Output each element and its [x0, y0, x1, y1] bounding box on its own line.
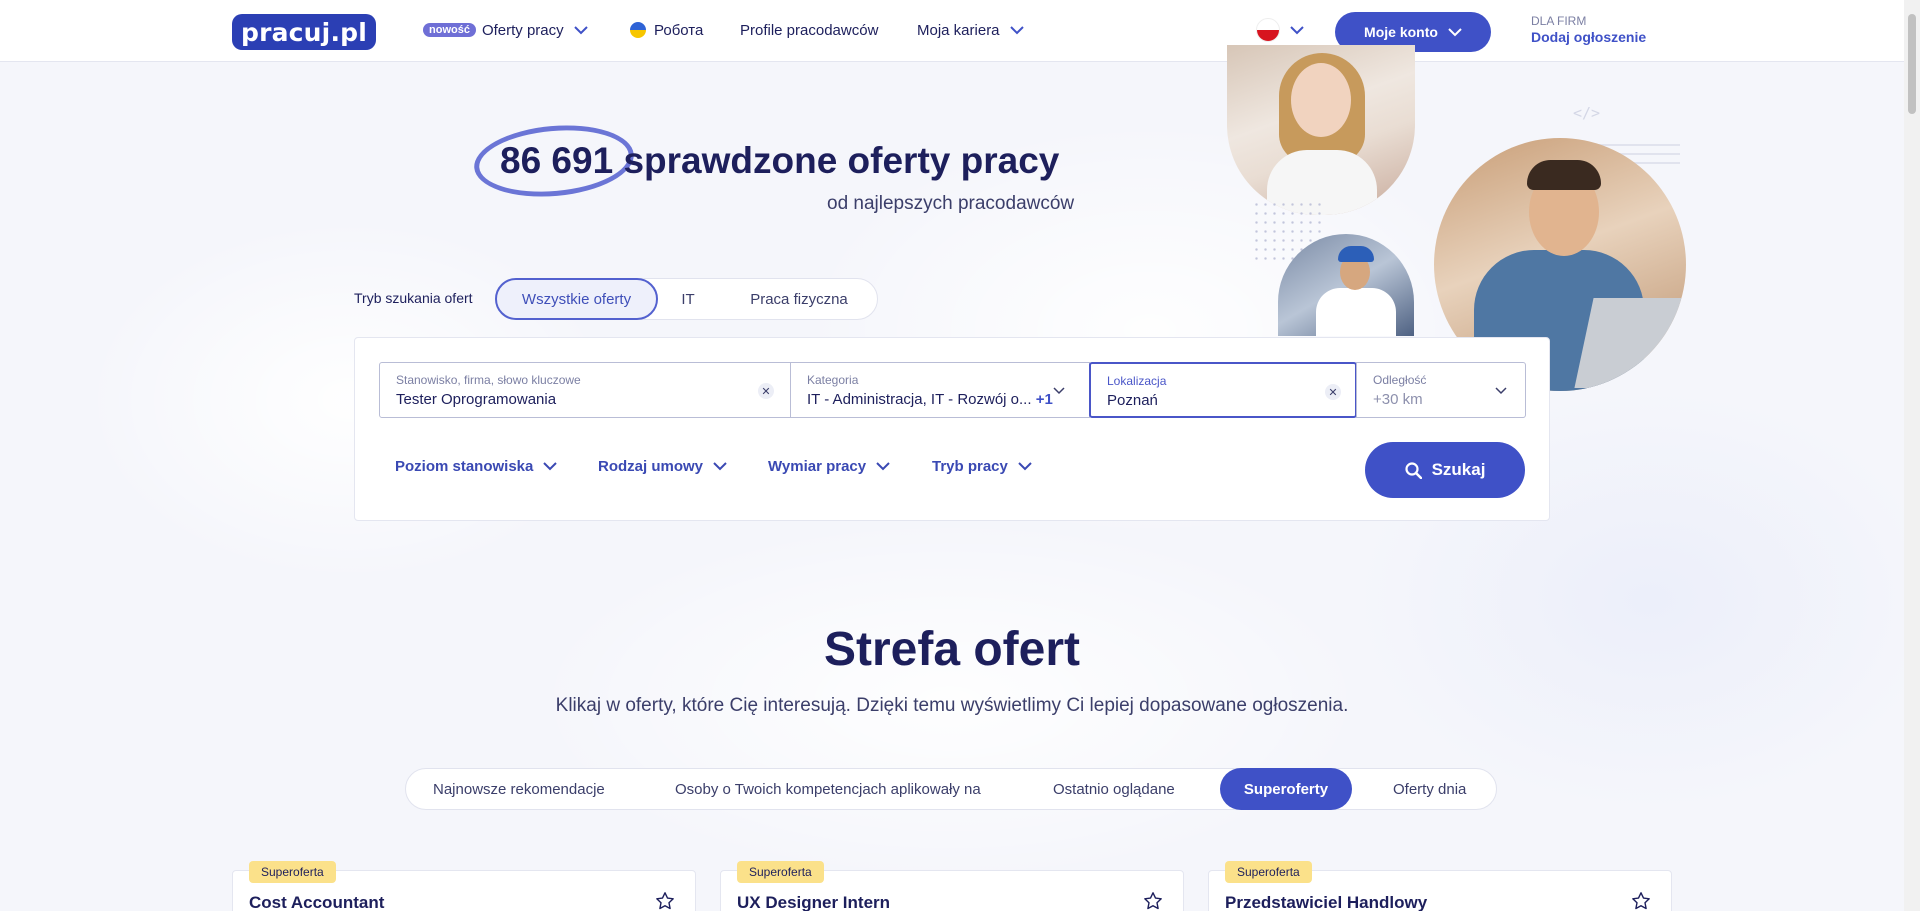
filter-position-level[interactable]: Poziom stanowiska — [395, 458, 558, 475]
filter-contract-type-label: Rodzaj umowy — [598, 458, 704, 475]
chevron-down-icon — [543, 462, 558, 471]
search-mode-tabs: Wszystkie oferty IT Praca fizyczna — [495, 278, 878, 320]
location-input[interactable]: Poznań — [1107, 392, 1158, 409]
nav-employer-profiles[interactable]: Profile pracodawców — [740, 0, 878, 60]
star-icon[interactable] — [1143, 891, 1163, 911]
distance-label: Odległość — [1373, 373, 1427, 387]
location-label: Lokalizacja — [1107, 374, 1167, 388]
new-badge: nowość — [423, 23, 476, 37]
chevron-down-icon — [713, 462, 727, 471]
tab-recently-viewed[interactable]: Ostatnio oglądane — [1053, 769, 1175, 809]
tab-offers-of-the-day[interactable]: Oferty dnia — [1393, 769, 1466, 809]
offer-card[interactable]: Superoferta UX Designer Intern — [720, 861, 1184, 911]
nav-ukraine[interactable]: Робота — [630, 0, 703, 60]
nav-my-career[interactable]: Moja kariera — [917, 0, 1024, 60]
tab-superoffers[interactable]: Superoferty — [1220, 768, 1352, 810]
nav-my-career-label: Moja kariera — [917, 21, 1000, 39]
offer-title[interactable]: UX Designer Intern — [737, 893, 890, 911]
page-scrollbar[interactable] — [1904, 0, 1920, 911]
chevron-down-icon — [876, 462, 890, 471]
for-firms-label: DLA FIRM — [1531, 14, 1587, 28]
search-button-label: Szukaj — [1431, 460, 1486, 479]
category-label: Kategoria — [807, 373, 859, 387]
keyword-label: Stanowisko, firma, słowo kluczowe — [396, 373, 581, 387]
filter-work-mode[interactable]: Tryb pracy — [932, 458, 1032, 475]
top-navigation-bar: pracuj.pl nowość Oferty pracy Робота Pro… — [0, 0, 1904, 62]
star-icon[interactable] — [655, 891, 675, 911]
search-button[interactable]: Szukaj — [1365, 442, 1525, 498]
chevron-down-icon — [1448, 27, 1462, 36]
offers-zone-title: Strefa ofert — [823, 623, 1081, 676]
tab-latest-recommendations[interactable]: Najnowsze rekomendacje — [433, 769, 605, 809]
clear-keyword-icon[interactable]: ✕ — [758, 383, 774, 399]
nav-ukraine-label: Робота — [654, 21, 704, 39]
keyword-field[interactable]: Stanowisko, firma, słowo kluczowe Tester… — [379, 362, 791, 418]
tab-all-offers[interactable]: Wszystkie oferty — [495, 278, 658, 320]
hero-title-rest: sprawdzone oferty pracy — [623, 140, 1060, 181]
my-account-label: Moje konto — [1364, 24, 1438, 40]
superoffer-badge: Superoferta — [737, 861, 824, 883]
offer-card[interactable]: Superoferta Przedstawiciel Handlowy — [1208, 861, 1672, 911]
nav-employer-profiles-label: Profile pracodawców — [740, 21, 879, 39]
distance-value: +30 km — [1373, 391, 1423, 408]
filter-work-time[interactable]: Wymiar pracy — [768, 458, 890, 475]
hero-title: 86 691 sprawdzone oferty pracy — [500, 140, 1059, 182]
category-field[interactable]: Kategoria IT - Administracja, IT - Rozwó… — [790, 362, 1090, 418]
keyword-input[interactable]: Tester Oprogramowania — [396, 391, 556, 408]
filter-contract-type[interactable]: Rodzaj umowy — [598, 458, 727, 475]
pracuj-logo[interactable]: pracuj.pl — [232, 14, 376, 50]
category-selected: IT - Administracja, IT - Rozwój o... — [807, 391, 1032, 408]
tab-similar-competences[interactable]: Osoby o Twoich kompetencjach aplikowały … — [675, 769, 981, 809]
distance-field[interactable]: Odległość +30 km — [1356, 362, 1526, 418]
chevron-down-icon — [1018, 462, 1032, 471]
search-icon — [1404, 461, 1422, 479]
offers-zone-subtitle: Klikaj w oferty, które Cię interesują. D… — [555, 695, 1349, 716]
tab-physical-work[interactable]: Praca fizyczna — [720, 279, 878, 319]
hero-photo-woman — [1227, 45, 1415, 215]
offer-card[interactable]: Superoferta Cost Accountant — [232, 861, 696, 911]
tab-it[interactable]: IT — [658, 279, 718, 319]
chevron-down-icon — [573, 25, 588, 34]
filter-position-level-label: Poziom stanowiska — [395, 458, 534, 475]
for-firms-block: DLA FIRM Dodaj ogłoszenie — [1531, 13, 1646, 45]
category-value: IT - Administracja, IT - Rozwój o... +1 — [807, 391, 1053, 408]
recommendation-tabs: Najnowsze rekomendacje Osoby o Twoich ko… — [405, 768, 1497, 810]
star-icon[interactable] — [1631, 891, 1651, 911]
clear-location-icon[interactable]: ✕ — [1325, 384, 1341, 400]
nav-offers-label: Oferty pracy — [481, 21, 564, 39]
offer-title[interactable]: Cost Accountant — [249, 893, 384, 911]
add-listing-link[interactable]: Dodaj ogłoszenie — [1531, 29, 1646, 45]
search-mode-label: Tryb szukania ofert — [354, 290, 473, 306]
code-icon: </> — [1573, 104, 1601, 122]
filter-work-mode-label: Tryb pracy — [932, 458, 1008, 475]
scrollbar-thumb[interactable] — [1908, 14, 1916, 114]
category-extra-count: +1 — [1035, 391, 1053, 408]
ukraine-flag-icon — [630, 22, 646, 38]
offer-title[interactable]: Przedstawiciel Handlowy — [1225, 893, 1427, 911]
poland-flag-icon — [1256, 18, 1280, 42]
search-panel: Stanowisko, firma, słowo kluczowe Tester… — [354, 337, 1550, 521]
superoffer-badge: Superoferta — [249, 861, 336, 883]
chevron-down-icon — [1009, 25, 1024, 34]
nav-offers[interactable]: nowość Oferty pracy — [423, 0, 588, 60]
filter-work-time-label: Wymiar pracy — [768, 458, 867, 475]
offer-count: 86 691 — [500, 140, 614, 181]
chevron-down-icon — [1053, 387, 1065, 395]
chevron-down-icon — [1290, 25, 1304, 34]
location-field[interactable]: Lokalizacja Poznań ✕ — [1089, 362, 1357, 418]
superoffer-badge: Superoferta — [1225, 861, 1312, 883]
chevron-down-icon — [1495, 387, 1507, 395]
hero-subtitle: od najlepszych pracodawców — [827, 193, 1075, 214]
